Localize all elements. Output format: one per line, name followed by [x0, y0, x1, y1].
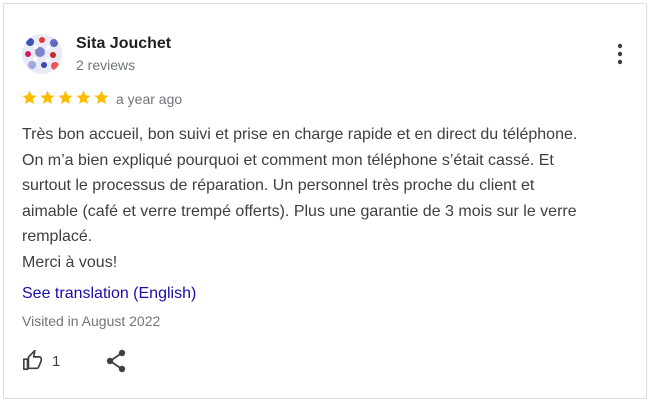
review-text-line: Merci à vous! [22, 253, 118, 271]
star-rating [21, 89, 110, 107]
star-icon [57, 89, 74, 107]
share-button[interactable] [104, 348, 128, 374]
like-count: 1 [52, 352, 61, 370]
visited-date: Visited in August 2022 [22, 313, 161, 329]
see-translation-link[interactable]: See translation (English) [22, 284, 196, 304]
author-name[interactable]: Sita Jouchet [76, 34, 171, 54]
review-card: Sita Jouchet 2 reviews a year ago Très b… [3, 3, 647, 399]
like-button[interactable]: 1 [22, 348, 60, 374]
review-count: 2 reviews [76, 57, 136, 73]
share-icon [106, 349, 126, 373]
review-text: Très bon accueil, bon suivi et prise en … [22, 122, 637, 276]
review-text-line: On m’a bien expliqué pourquoi et comment… [22, 151, 554, 169]
review-text-line: aimable (café et verre trempé offerts). … [22, 202, 577, 220]
review-date: a year ago [116, 91, 183, 107]
thumbs-up-icon [23, 350, 43, 371]
star-icon [75, 89, 92, 107]
review-text-line: remplacé. [22, 228, 93, 246]
review-text-line: surtout le processus de réparation. Un p… [22, 177, 535, 195]
star-icon [21, 89, 38, 107]
review-text-line: Très bon accueil, bon suivi et prise en … [22, 126, 578, 143]
avatar-pattern-icon [22, 34, 62, 74]
star-icon [39, 89, 56, 107]
more-vert-icon [617, 43, 623, 65]
avatar[interactable] [22, 34, 62, 74]
star-icon [93, 89, 110, 107]
more-options-button[interactable] [604, 40, 636, 68]
